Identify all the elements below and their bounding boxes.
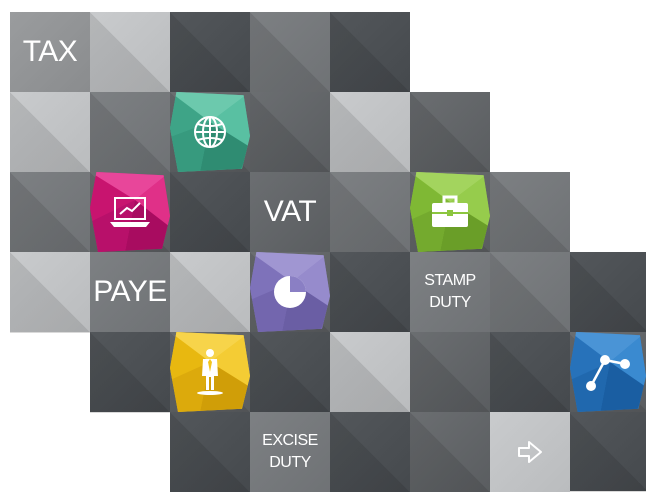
network-tile[interactable] xyxy=(570,332,646,412)
mosaic-tile xyxy=(250,12,330,92)
tax-mosaic: TAX VAT PAYE STAMP DUTY EXCISE DUTY xyxy=(0,0,646,492)
paye-label: PAYE xyxy=(93,275,167,308)
mosaic-tile xyxy=(570,252,646,332)
briefcase-icon xyxy=(432,195,468,227)
globe-icon xyxy=(194,116,226,148)
pie-chart-icon xyxy=(274,276,306,308)
mosaic-tile xyxy=(490,332,570,412)
vat-tile[interactable]: VAT xyxy=(250,172,330,252)
tax-tile[interactable]: TAX xyxy=(10,12,90,92)
mosaic-tile xyxy=(170,172,250,252)
mosaic-tile xyxy=(90,12,170,92)
paye-tile[interactable]: PAYE xyxy=(90,252,170,332)
mosaic-tile xyxy=(330,332,410,412)
excise-duty-label: EXCISE DUTY xyxy=(262,432,318,471)
excise-duty-tile[interactable]: EXCISE DUTY xyxy=(250,412,330,492)
mosaic-tile xyxy=(90,332,170,412)
mosaic-tile xyxy=(10,92,90,172)
mosaic-tile xyxy=(170,12,250,92)
briefcase-tile[interactable] xyxy=(410,172,490,252)
laptop-chart-icon xyxy=(110,197,150,227)
mosaic-tile xyxy=(10,252,90,332)
stamp-duty-label: STAMP DUTY xyxy=(424,272,476,311)
mosaic-tile xyxy=(330,92,410,172)
mosaic-tile xyxy=(570,412,646,491)
mosaic-tile xyxy=(490,172,570,252)
next-arrow-tile[interactable] xyxy=(490,412,570,492)
mosaic-tile xyxy=(250,332,330,412)
mosaic-tile xyxy=(330,252,410,332)
mosaic-tile xyxy=(330,12,410,92)
mosaic-tile xyxy=(410,332,490,412)
mosaic-tile xyxy=(170,412,250,492)
mosaic-tile xyxy=(250,92,330,172)
stamp-duty-tile[interactable]: STAMP DUTY xyxy=(410,252,490,332)
mosaic-tile xyxy=(170,252,250,332)
mosaic-tile xyxy=(10,172,90,252)
mosaic-tile xyxy=(330,412,410,492)
mosaic-tile xyxy=(330,172,410,252)
mosaic-tile xyxy=(90,92,170,172)
arrow-right-icon[interactable] xyxy=(517,440,543,464)
mosaic-tile xyxy=(410,412,490,492)
mosaic-tile xyxy=(490,252,570,332)
mosaic-tile xyxy=(410,92,490,172)
businessman-tile[interactable] xyxy=(170,332,250,412)
network-icon xyxy=(586,355,630,391)
tax-label: TAX xyxy=(22,35,78,68)
vat-label: VAT xyxy=(263,195,317,228)
globe-tile[interactable] xyxy=(170,92,250,172)
businessman-icon xyxy=(197,349,223,395)
laptop-tile[interactable] xyxy=(90,172,170,252)
pie-tile[interactable] xyxy=(250,252,330,332)
